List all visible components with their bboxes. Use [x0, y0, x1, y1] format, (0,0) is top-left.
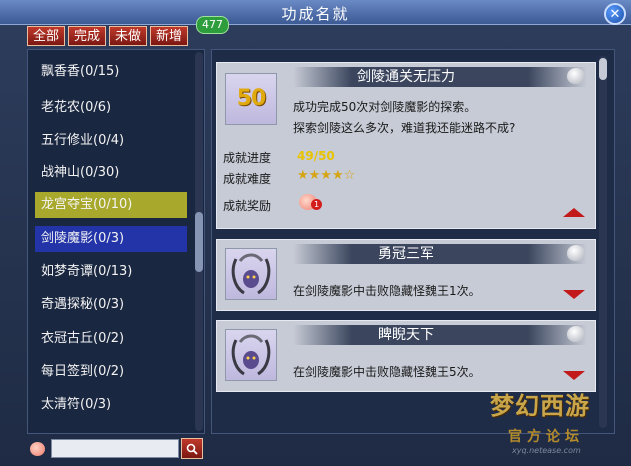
achievement-card[interactable]: 勇冠三军 在剑陵魔影中击败隐藏怪魏王1次。: [216, 239, 596, 311]
wei-king-icon: [231, 253, 271, 295]
category-item[interactable]: 飘香香(0/15): [35, 59, 187, 85]
search-icon: [186, 443, 198, 455]
category-item[interactable]: 战神山(0/30): [35, 160, 187, 186]
achievement-card-expanded[interactable]: 剑陵通关无压力 50 成功完成50次对剑陵魔影的探索。 探索剑陵这么多次，难道我…: [216, 62, 596, 229]
category-list: 飘香香(0/15) 老花农(0/6) 五行修业(0/4) 战神山(0/30) 龙…: [27, 49, 205, 434]
difficulty-label: 成就难度: [223, 172, 272, 186]
category-scroll-thumb[interactable]: [195, 212, 203, 272]
watermark-subtitle: 官方论坛: [508, 429, 584, 445]
tab-not-done[interactable]: 未做: [109, 26, 148, 46]
achievement-icon: 50: [225, 73, 277, 125]
achievement-window: 功成名就 ✕ 全部 完成 未做 新增 477 飘香香(0/15) 老花农(0/6…: [0, 0, 631, 466]
new-count-badge: 477: [196, 16, 229, 34]
close-icon: ✕: [609, 6, 621, 22]
title-bar: 功成名就 ✕: [0, 0, 631, 25]
category-item-selected[interactable]: 龙宫夺宝(0/10): [35, 192, 187, 218]
progress-value: 49/50: [297, 149, 335, 163]
category-item[interactable]: 奇遇探秘(0/3): [35, 292, 187, 318]
watermark-logo: 梦幻西游: [490, 391, 590, 420]
achievement-description: 在剑陵魔影中击败隐藏怪魏王5次。: [293, 365, 481, 379]
category-item-current[interactable]: 剑陵魔影(0/3): [35, 226, 187, 252]
wei-king-icon: [231, 334, 271, 376]
tab-all[interactable]: 全部: [27, 26, 66, 46]
category-item[interactable]: 每日签到(0/2): [35, 359, 187, 385]
achievement-list: 剑陵通关无压力 50 成功完成50次对剑陵魔影的探索。 探索剑陵这么多次，难道我…: [211, 49, 615, 434]
progress-label: 成就进度: [223, 151, 272, 165]
expand-arrow-icon[interactable]: [563, 371, 585, 380]
monster-portrait-icon: [225, 329, 277, 381]
close-button[interactable]: ✕: [604, 3, 626, 25]
category-item[interactable]: 太清符(0/3): [35, 392, 187, 418]
achievement-scrollbar[interactable]: [599, 56, 607, 428]
achievement-flavor-text: 探索剑陵这么多次，难道我还能迷路不成?: [293, 121, 516, 135]
share-icon[interactable]: [567, 68, 585, 84]
expand-arrow-icon[interactable]: [563, 290, 585, 299]
category-scrollbar[interactable]: [195, 52, 203, 431]
search-button[interactable]: [181, 438, 203, 459]
search-input[interactable]: [51, 439, 179, 458]
share-icon[interactable]: [567, 245, 585, 261]
difficulty-stars: ★★★★☆: [297, 168, 356, 183]
achievement-description: 在剑陵魔影中击败隐藏怪魏王1次。: [293, 284, 481, 298]
reward-label: 成就奖励: [223, 199, 272, 213]
category-item[interactable]: 如梦奇谭(0/13): [35, 259, 187, 285]
achievement-scroll-thumb[interactable]: [599, 58, 607, 80]
tab-new[interactable]: 新增: [150, 26, 189, 46]
achievement-icon-number: 50: [236, 86, 267, 111]
share-icon[interactable]: [567, 326, 585, 342]
category-item[interactable]: 衣冠古丘(0/2): [35, 326, 187, 352]
tab-completed[interactable]: 完成: [68, 26, 107, 46]
watermark-url: xyq.netease.com: [512, 446, 581, 455]
category-item[interactable]: 五行修业(0/4): [35, 128, 187, 154]
window-title: 功成名就: [281, 5, 350, 23]
filter-tabs: 全部 完成 未做 新增: [27, 26, 189, 46]
monster-portrait-icon: [225, 248, 277, 300]
achievement-description: 成功完成50次对剑陵魔影的探索。: [293, 100, 477, 114]
achievement-card[interactable]: 睥睨天下 在剑陵魔影中击败隐藏怪魏王5次。: [216, 320, 596, 392]
collapse-arrow-icon[interactable]: [563, 208, 585, 217]
reward-count-badge: 1: [311, 199, 322, 210]
peach-icon: [30, 442, 45, 456]
forum-watermark: 梦幻西游 官方论坛 xyq.netease.com: [490, 386, 630, 466]
category-item[interactable]: 老花农(0/6): [35, 95, 187, 121]
